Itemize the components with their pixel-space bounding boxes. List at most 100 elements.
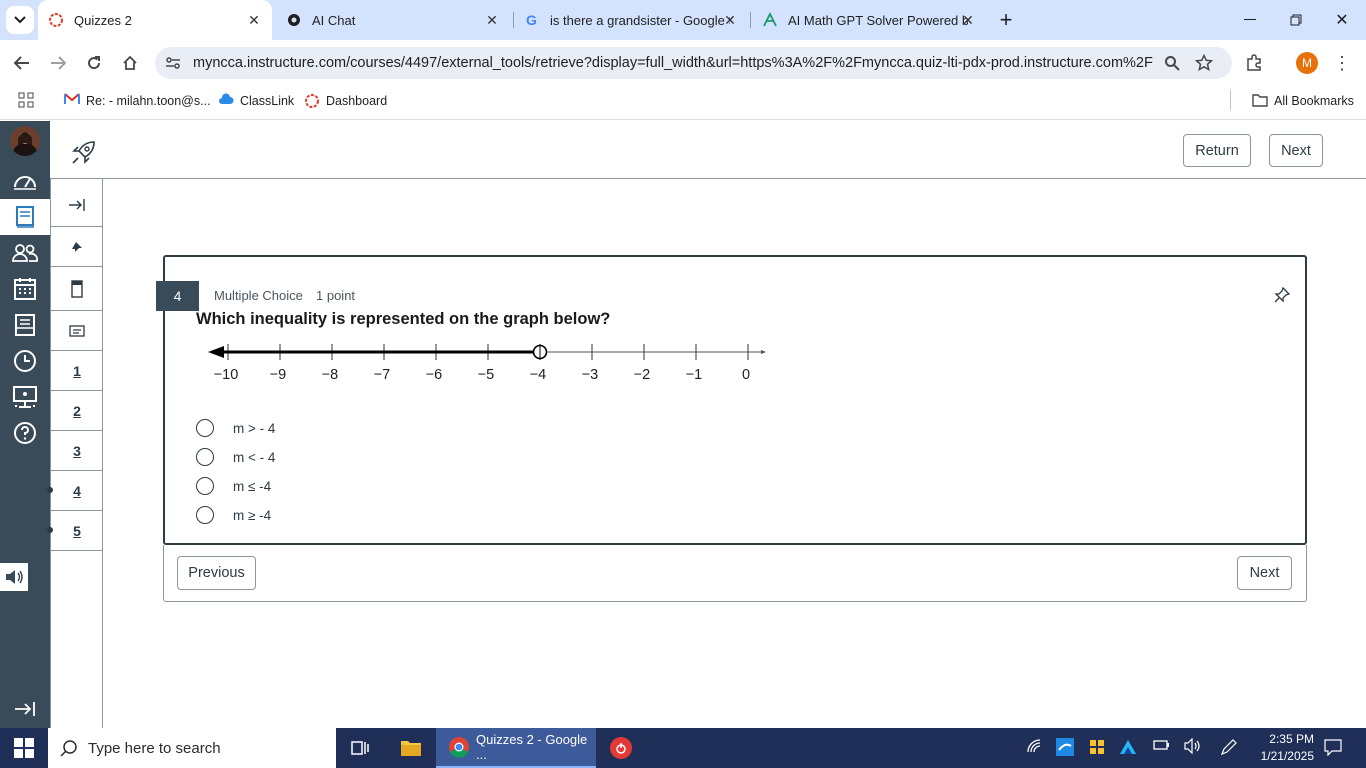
minimize-icon[interactable] <box>1236 6 1264 34</box>
radio-button[interactable] <box>196 506 214 524</box>
question-link-3[interactable]: 3 <box>51 431 103 471</box>
question-link-4[interactable]: 4 <box>51 471 103 511</box>
bookmark-classlink[interactable]: ClassLink <box>218 92 294 110</box>
menu-dots-icon[interactable]: ⋮ <box>1328 49 1356 77</box>
volume-icon[interactable] <box>1184 737 1202 757</box>
windows-start-icon[interactable] <box>14 738 34 758</box>
taskbar-search-box[interactable]: Type here to search <box>48 728 336 768</box>
ai-math-logo-icon <box>762 12 778 28</box>
taskbar-clock[interactable]: 2:35 PM 1/21/2025 <box>1250 731 1314 765</box>
tab-search-icon[interactable] <box>6 6 34 34</box>
answer-option-3[interactable]: m ≤ -4 <box>196 475 271 497</box>
questions-list-icon[interactable] <box>51 311 103 351</box>
tick-label: 0 <box>742 367 750 383</box>
radio-button[interactable] <box>196 477 214 495</box>
classlink-tray-icon[interactable] <box>1119 738 1137 759</box>
site-info-icon[interactable] <box>159 49 187 77</box>
next-button-top[interactable]: Next <box>1269 134 1323 167</box>
radio-button[interactable] <box>196 448 214 466</box>
answer-option-4[interactable]: m ≥ -4 <box>196 504 271 526</box>
weather-app-icon[interactable] <box>1056 738 1074 759</box>
zoom-search-icon[interactable] <box>1158 49 1186 77</box>
answer-option-1[interactable]: m > - 4 <box>196 417 275 439</box>
inbox-icon[interactable] <box>10 310 40 340</box>
bookmarks-divider <box>1230 90 1231 110</box>
unanswered-indicator <box>47 527 53 533</box>
bookmark-star-icon[interactable] <box>1190 49 1218 77</box>
battery-icon[interactable] <box>1153 738 1171 755</box>
screen-recorder-icon[interactable] <box>610 737 632 759</box>
canvas-logo-icon <box>304 93 320 109</box>
user-avatar[interactable] <box>10 126 40 156</box>
taskbar-chrome-window[interactable]: Quizzes 2 - Google ... <box>436 728 596 768</box>
studio-icon[interactable] <box>10 382 40 412</box>
tick-label: −10 <box>214 367 239 383</box>
restore-icon[interactable] <box>1282 6 1310 34</box>
notifications-icon[interactable] <box>1324 738 1342 759</box>
close-tab-icon[interactable]: ✕ <box>484 12 500 28</box>
bookmark-questions-icon[interactable] <box>51 267 103 311</box>
groups-icon[interactable] <box>10 238 40 268</box>
home-icon[interactable] <box>116 49 144 77</box>
all-bookmarks-button[interactable]: All Bookmarks <box>1252 92 1354 110</box>
forward-icon[interactable] <box>44 49 72 77</box>
return-button[interactable]: Return <box>1183 134 1251 167</box>
reload-icon[interactable] <box>80 49 108 77</box>
answer-option-2[interactable]: m < - 4 <box>196 446 275 468</box>
bookmark-gmail[interactable]: Re: - milahn.toon@s... <box>64 92 211 110</box>
question-link-2[interactable]: 2 <box>51 391 103 431</box>
chrome-task-label: Quizzes 2 - Google ... <box>476 732 588 762</box>
search-placeholder: Type here to search <box>88 739 221 757</box>
calendar-icon[interactable] <box>10 274 40 304</box>
tick-label: −6 <box>426 367 443 383</box>
network-icon[interactable] <box>1026 738 1042 757</box>
close-window-icon[interactable]: ✕ <box>1328 6 1356 34</box>
pin-question-icon[interactable] <box>1273 286 1291 304</box>
bookmark-dashboard[interactable]: Dashboard <box>304 92 387 110</box>
question-link-5[interactable]: 5 <box>51 511 103 551</box>
tab-google-search[interactable]: G is there a grandsister - Google S ✕ <box>514 0 748 40</box>
courses-icon[interactable] <box>10 202 40 232</box>
tick-label: −8 <box>322 367 339 383</box>
question-link-1[interactable]: 1 <box>51 351 103 391</box>
apps-grid-icon[interactable] <box>18 92 34 108</box>
tab-separator <box>750 12 751 28</box>
tick-label: −9 <box>270 367 287 383</box>
answer-label: m ≥ -4 <box>233 507 272 523</box>
new-tab-icon[interactable]: + <box>992 6 1020 34</box>
number-line-graph: −10 −9 −8 −7 −6 −5 −4 −3 −2 −1 0 <box>208 344 766 383</box>
profile-avatar[interactable]: M <box>1296 52 1318 74</box>
current-question-indicator <box>47 487 53 493</box>
close-tab-icon[interactable]: ✕ <box>960 12 976 28</box>
answer-label: m < - 4 <box>233 449 276 465</box>
tab-quizzes[interactable]: Quizzes 2 ✕ <box>38 0 272 40</box>
back-icon[interactable] <box>8 49 36 77</box>
history-clock-icon[interactable] <box>10 346 40 376</box>
shaded-ray-arrow <box>208 346 224 358</box>
axis-arrow-right <box>761 350 766 354</box>
close-tab-icon[interactable]: ✕ <box>246 12 262 28</box>
expand-nav-icon[interactable] <box>10 694 40 724</box>
dashboard-icon[interactable] <box>10 166 40 196</box>
security-app-icon[interactable] <box>1088 738 1106 759</box>
tick-label: −3 <box>582 367 599 383</box>
read-aloud-speaker-icon[interactable] <box>0 563 28 591</box>
url-text[interactable]: myncca.instructure.com/courses/4497/exte… <box>193 55 1153 71</box>
rocket-icon <box>70 138 98 166</box>
radio-button[interactable] <box>196 419 214 437</box>
extensions-icon[interactable] <box>1240 49 1268 77</box>
tab-ai-chat[interactable]: AI Chat ✕ <box>276 0 510 40</box>
tick-label: −4 <box>530 367 547 383</box>
tab-ai-math[interactable]: AI Math GPT Solver Powered by ✕ <box>752 0 986 40</box>
previous-button[interactable]: Previous <box>177 556 256 590</box>
file-explorer-icon[interactable] <box>400 738 422 758</box>
collapse-sidebar-icon[interactable] <box>51 183 103 227</box>
help-icon[interactable] <box>10 418 40 448</box>
pinned-questions-icon[interactable] <box>51 227 103 267</box>
task-view-icon[interactable] <box>350 738 370 758</box>
next-button-bottom[interactable]: Next <box>1237 556 1292 590</box>
tab-title: is there a grandsister - Google S <box>550 12 730 28</box>
pen-input-icon[interactable] <box>1220 738 1238 759</box>
all-bookmarks-label: All Bookmarks <box>1274 94 1354 108</box>
close-tab-icon[interactable]: ✕ <box>722 12 738 28</box>
